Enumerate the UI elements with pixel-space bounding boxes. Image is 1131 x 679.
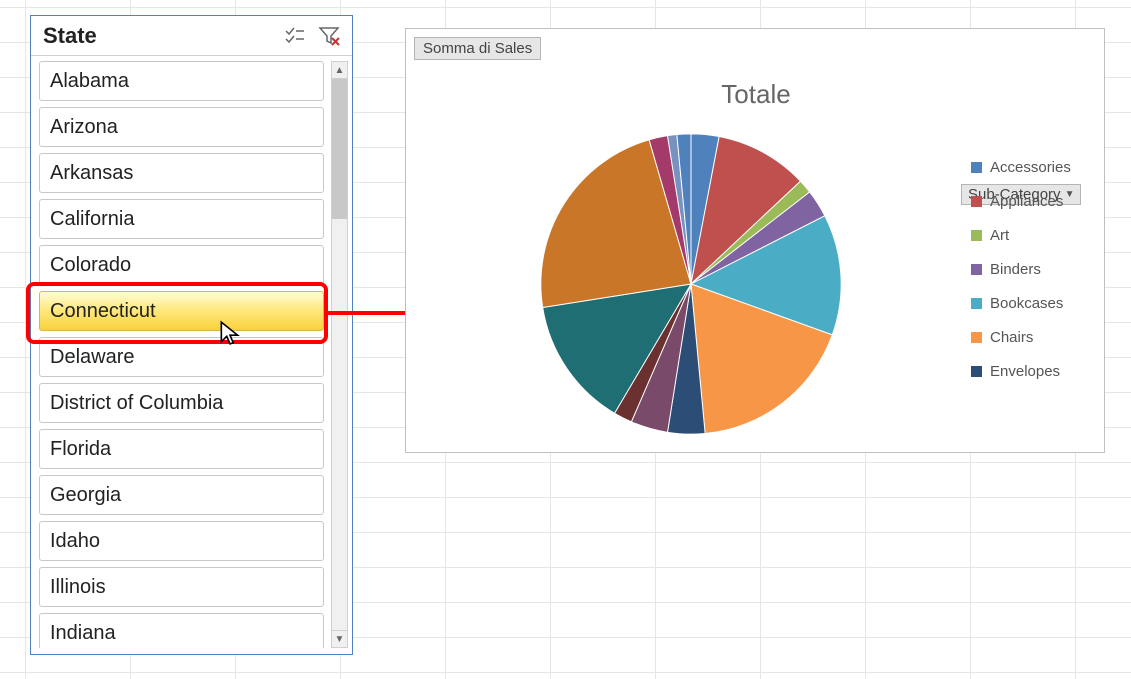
legend-label: Bookcases <box>990 295 1063 312</box>
slicer-item[interactable]: Idaho <box>39 521 324 561</box>
slicer-scrollbar[interactable]: ▲ ▼ <box>331 61 348 648</box>
legend-label: Binders <box>990 261 1041 278</box>
legend-swatch <box>971 332 982 343</box>
slicer-item[interactable]: Arizona <box>39 107 324 147</box>
scroll-down-arrow[interactable]: ▼ <box>332 630 347 647</box>
legend-item: Art <box>971 222 1111 248</box>
chart-title: Totale <box>406 79 1106 110</box>
scroll-up-arrow[interactable]: ▲ <box>332 62 347 79</box>
clear-filter-icon[interactable] <box>316 23 342 49</box>
legend-swatch <box>971 196 982 207</box>
legend-swatch <box>971 366 982 377</box>
slicer-item[interactable]: Illinois <box>39 567 324 607</box>
slicer-item[interactable]: Colorado <box>39 245 324 285</box>
slicer-item[interactable]: District of Columbia <box>39 383 324 423</box>
legend: Accessories Appliances Art Binders Bookcases… <box>971 154 1111 392</box>
legend-swatch <box>971 230 982 241</box>
legend-swatch <box>971 298 982 309</box>
slicer-item[interactable]: Delaware <box>39 337 324 377</box>
slicer-item[interactable]: Florida <box>39 429 324 469</box>
legend-item: Appliances <box>971 188 1111 214</box>
legend-item: Envelopes <box>971 358 1111 384</box>
legend-item: Chairs <box>971 324 1111 350</box>
legend-item: Binders <box>971 256 1111 282</box>
slicer-item-list: Alabama Arizona Arkansas California Colorado… <box>39 61 328 648</box>
slicer-item[interactable]: Connecticut <box>39 291 324 331</box>
slicer-item[interactable]: Georgia <box>39 475 324 515</box>
multi-select-icon[interactable] <box>282 23 308 49</box>
legend-swatch <box>971 162 982 173</box>
pie-chart <box>536 129 846 439</box>
slicer-item[interactable]: Arkansas <box>39 153 324 193</box>
legend-label: Accessories <box>990 159 1071 176</box>
slicer-title: State <box>43 23 274 49</box>
slicer-item[interactable]: Indiana <box>39 613 324 648</box>
legend-label: Appliances <box>990 193 1063 210</box>
slicer-header: State <box>31 16 352 56</box>
legend-label: Art <box>990 227 1009 244</box>
slicer-item[interactable]: Alabama <box>39 61 324 101</box>
legend-label: Envelopes <box>990 363 1060 380</box>
legend-item: Bookcases <box>971 290 1111 316</box>
legend-label: Chairs <box>990 329 1033 346</box>
values-field-button[interactable]: Somma di Sales <box>414 37 541 60</box>
state-slicer: State Alabama Arizona Arkansas California Co… <box>30 15 353 655</box>
legend-swatch <box>971 264 982 275</box>
scroll-thumb[interactable] <box>332 79 347 219</box>
legend-item: Accessories <box>971 154 1111 180</box>
slicer-item[interactable]: California <box>39 199 324 239</box>
pivot-chart: Somma di Sales Totale Sub-Category ▼ Acc… <box>405 28 1105 453</box>
